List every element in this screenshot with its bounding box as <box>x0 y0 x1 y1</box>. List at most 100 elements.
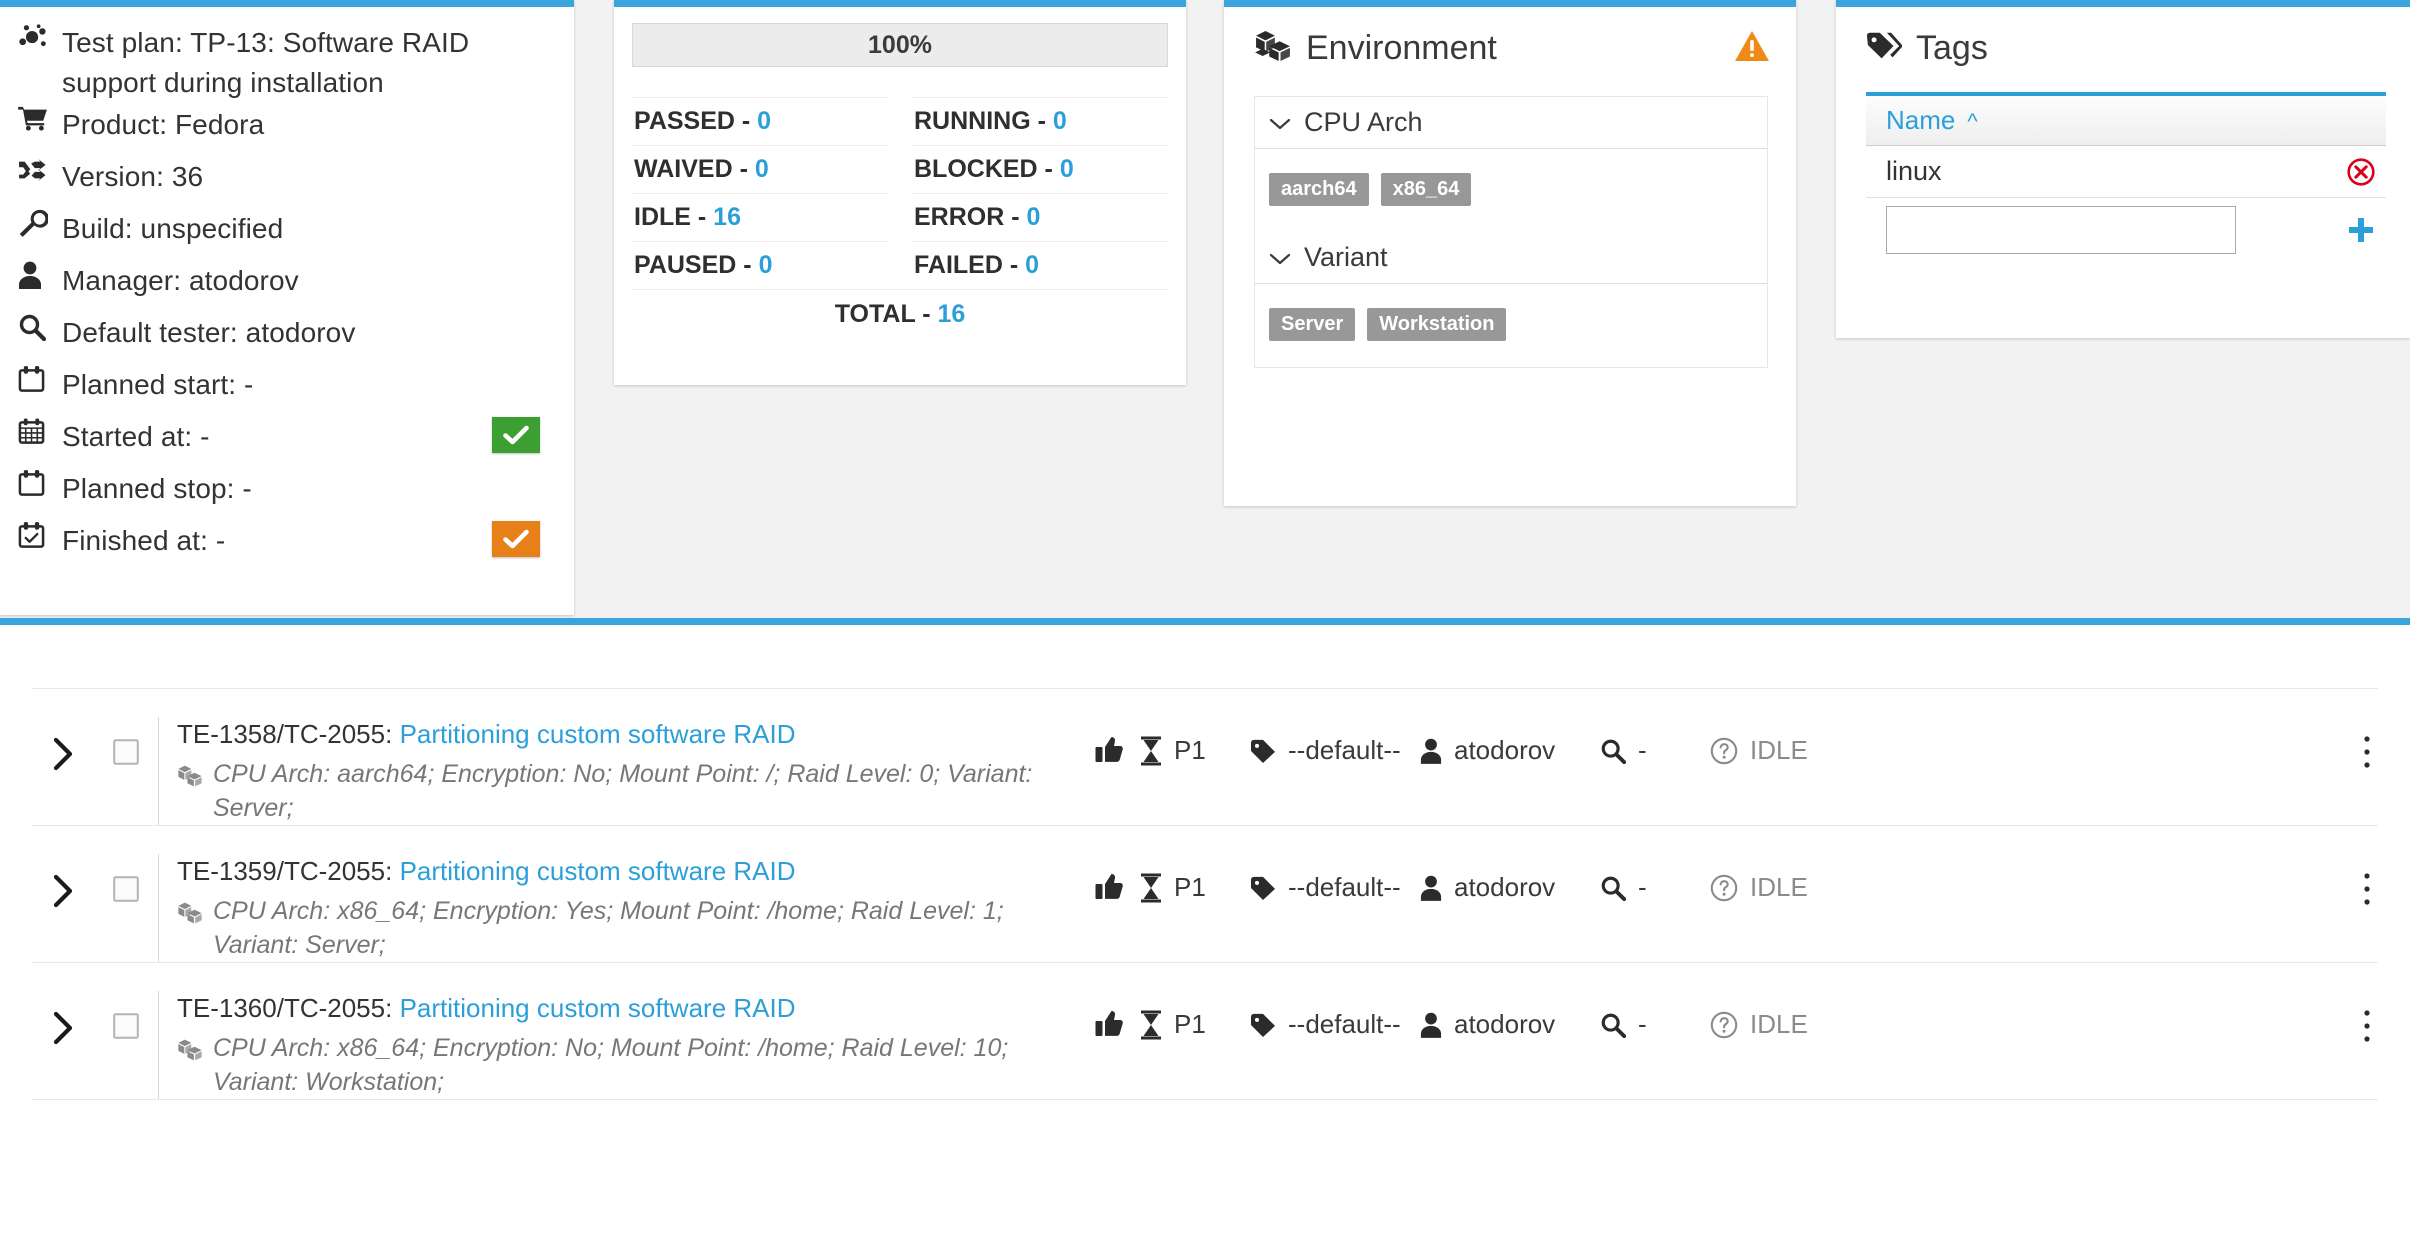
stat-label: WAIVED <box>634 155 733 183</box>
environment-value-pill[interactable]: x86_64 <box>1380 173 1472 206</box>
stat-idle[interactable]: IDLE - 16 <box>632 193 888 241</box>
finish-test-plan-button[interactable] <box>492 521 540 557</box>
hourglass-icon <box>1140 873 1162 903</box>
execution-properties: CPU Arch: x86_64; Encryption: No; Mount … <box>177 1031 1068 1099</box>
environment-value-pill[interactable]: aarch64 <box>1269 173 1369 206</box>
tags-table: Name ^ linux <box>1866 92 2386 262</box>
tag-name: linux <box>1886 156 1942 186</box>
stat-label: PAUSED <box>634 251 737 279</box>
wrench-icon <box>18 207 62 237</box>
environment-value-pill[interactable]: Server <box>1269 308 1356 341</box>
execution-priority-label: P1 <box>1174 1009 1206 1039</box>
environment-group-toggle[interactable]: CPU Arch <box>1255 97 1767 149</box>
table-row: TE-1360/TC-2055: Partitioning custom sof… <box>32 962 2378 1099</box>
tags-column-header-name[interactable]: Name ^ <box>1866 92 2386 146</box>
execution-priority: P1 <box>1140 854 1250 903</box>
thumbs-up-icon[interactable] <box>1078 717 1140 765</box>
question-circle-icon <box>1710 1011 1738 1039</box>
stat-waived[interactable]: WAIVED - 0 <box>632 145 888 193</box>
expand-row-button[interactable] <box>32 717 94 771</box>
calendar-check-icon <box>18 519 62 549</box>
expand-row-button[interactable] <box>32 991 94 1045</box>
stat-label: TOTAL <box>834 300 916 328</box>
plan-row-label: Manager: atodorov <box>62 265 299 296</box>
row-checkbox[interactable] <box>94 854 158 902</box>
stat-paused[interactable]: PAUSED - 0 <box>632 241 888 289</box>
hourglass-icon <box>1140 1010 1162 1040</box>
execution-tag: --default-- <box>1250 991 1420 1040</box>
stat-error[interactable]: ERROR - 0 <box>912 193 1168 241</box>
execution-tag-label: --default-- <box>1288 1009 1401 1039</box>
execution-finding-label: - <box>1638 1009 1647 1039</box>
execution-priority-label: P1 <box>1174 735 1206 765</box>
execution-assignee-label: atodorov <box>1454 735 1556 765</box>
execution-priority: P1 <box>1140 991 1250 1040</box>
row-checkbox[interactable] <box>94 991 158 1039</box>
row-menu-button[interactable] <box>2362 717 2378 769</box>
status-badge: IDLE <box>1710 991 1880 1040</box>
expand-row-button[interactable] <box>32 854 94 908</box>
plan-row-label: Default tester: atodorov <box>62 317 356 348</box>
execution-title: TE-1359/TC-2055: Partitioning custom sof… <box>177 854 1068 888</box>
execution-link[interactable]: Partitioning custom software RAID <box>400 856 796 886</box>
tags-column-label: Name <box>1886 105 1956 135</box>
plan-row-started-at: Started at: - <box>18 415 556 467</box>
start-test-plan-button[interactable] <box>492 417 540 453</box>
stat-passed[interactable]: PASSED - 0 <box>632 97 888 145</box>
environment-groups: CPU Arch aarch64 x86_64 Variant Server W… <box>1254 96 1768 368</box>
row-menu-button[interactable] <box>2362 991 2378 1043</box>
tag-icon <box>1250 1013 1276 1037</box>
new-tag-input[interactable] <box>1886 206 2236 254</box>
tags-header: Tags <box>1836 7 2410 68</box>
stat-label: BLOCKED <box>914 155 1038 183</box>
thumbs-up-icon[interactable] <box>1078 991 1140 1039</box>
tags-title: Tags <box>1916 29 1988 67</box>
stat-failed[interactable]: FAILED - 0 <box>912 241 1168 289</box>
search-icon <box>1600 875 1626 901</box>
execution-statistics-card: 100% PASSED - 0 RUNNING - 0 WAIVED - 0 B… <box>614 0 1186 385</box>
execution-status-label: IDLE <box>1750 872 1808 902</box>
execution-finding-label: - <box>1638 872 1647 902</box>
stat-value: 0 <box>1025 251 1040 279</box>
table-row: linux <box>1866 146 2386 198</box>
calendar-grid-icon <box>18 415 62 445</box>
execution-main-cell: TE-1360/TC-2055: Partitioning custom sof… <box>158 991 1078 1099</box>
plan-row-label: Build: unspecified <box>62 213 284 244</box>
test-executions-list: TE-1358/TC-2055: Partitioning custom sof… <box>0 688 2410 1099</box>
test-executions-panel: TE-1358/TC-2055: Partitioning custom sof… <box>0 618 2410 1251</box>
add-tag-button[interactable] <box>2346 215 2376 245</box>
shuffle-icon <box>18 155 62 183</box>
remove-tag-button[interactable] <box>2346 157 2376 187</box>
environment-group-toggle[interactable]: Variant <box>1255 232 1767 284</box>
test-plan-info-list: Test plan: TP-13: Software RAID support … <box>0 7 574 571</box>
search-icon <box>18 311 62 341</box>
execution-properties-text: CPU Arch: x86_64; Encryption: No; Mount … <box>213 1034 1009 1096</box>
execution-properties: CPU Arch: x86_64; Encryption: Yes; Mount… <box>177 894 1068 962</box>
environment-header: Environment <box>1224 7 1796 68</box>
calendar-icon <box>18 363 62 393</box>
stat-label: PASSED <box>634 107 735 135</box>
statistics-body: 100% PASSED - 0 RUNNING - 0 WAIVED - 0 B… <box>614 7 1186 345</box>
row-menu-button[interactable] <box>2362 854 2378 906</box>
execution-link[interactable]: Partitioning custom software RAID <box>400 719 796 749</box>
status-badge: IDLE <box>1710 717 1880 766</box>
plan-row-manager: Manager: atodorov <box>18 259 556 311</box>
thumbs-up-icon[interactable] <box>1078 854 1140 902</box>
user-icon <box>1420 738 1442 764</box>
stat-blocked[interactable]: BLOCKED - 0 <box>912 145 1168 193</box>
execution-tag: --default-- <box>1250 854 1420 903</box>
execution-link[interactable]: Partitioning custom software RAID <box>400 993 796 1023</box>
environment-value-pill[interactable]: Workstation <box>1367 308 1507 341</box>
plan-row-finished-at: Finished at: - <box>18 519 556 571</box>
execution-tag: --default-- <box>1250 717 1420 766</box>
question-circle-icon <box>1710 874 1738 902</box>
stat-value: 0 <box>758 251 773 279</box>
warning-icon[interactable] <box>1734 30 1770 67</box>
stat-running[interactable]: RUNNING - 0 <box>912 97 1168 145</box>
stat-value: 0 <box>1059 155 1074 183</box>
plan-row-planned-stop: Planned stop: - <box>18 467 556 519</box>
execution-main-cell: TE-1358/TC-2055: Partitioning custom sof… <box>158 717 1078 825</box>
environment-group-name: Variant <box>1304 242 1388 272</box>
row-checkbox[interactable] <box>94 717 158 765</box>
stat-label: RUNNING <box>914 107 1031 135</box>
